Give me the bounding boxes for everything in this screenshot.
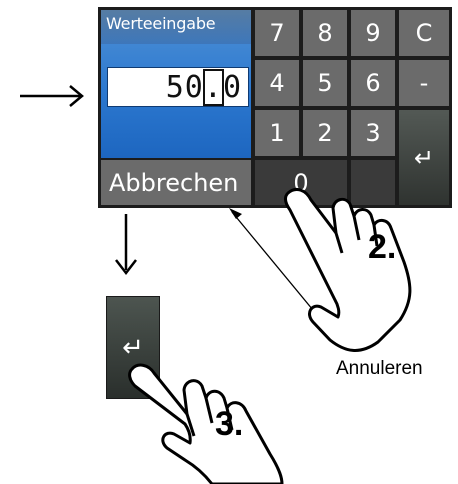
step-3-label: 3. (215, 405, 244, 443)
hand-pointer-icon-step-3 (128, 363, 284, 484)
hand-pointer-icon-step-2 (284, 188, 412, 352)
cancel-callout-label: Annuleren (336, 358, 423, 379)
pointer-arrow-right (20, 85, 84, 107)
step-2-label: 2. (368, 228, 397, 266)
pointer-arrow-down (115, 214, 137, 276)
